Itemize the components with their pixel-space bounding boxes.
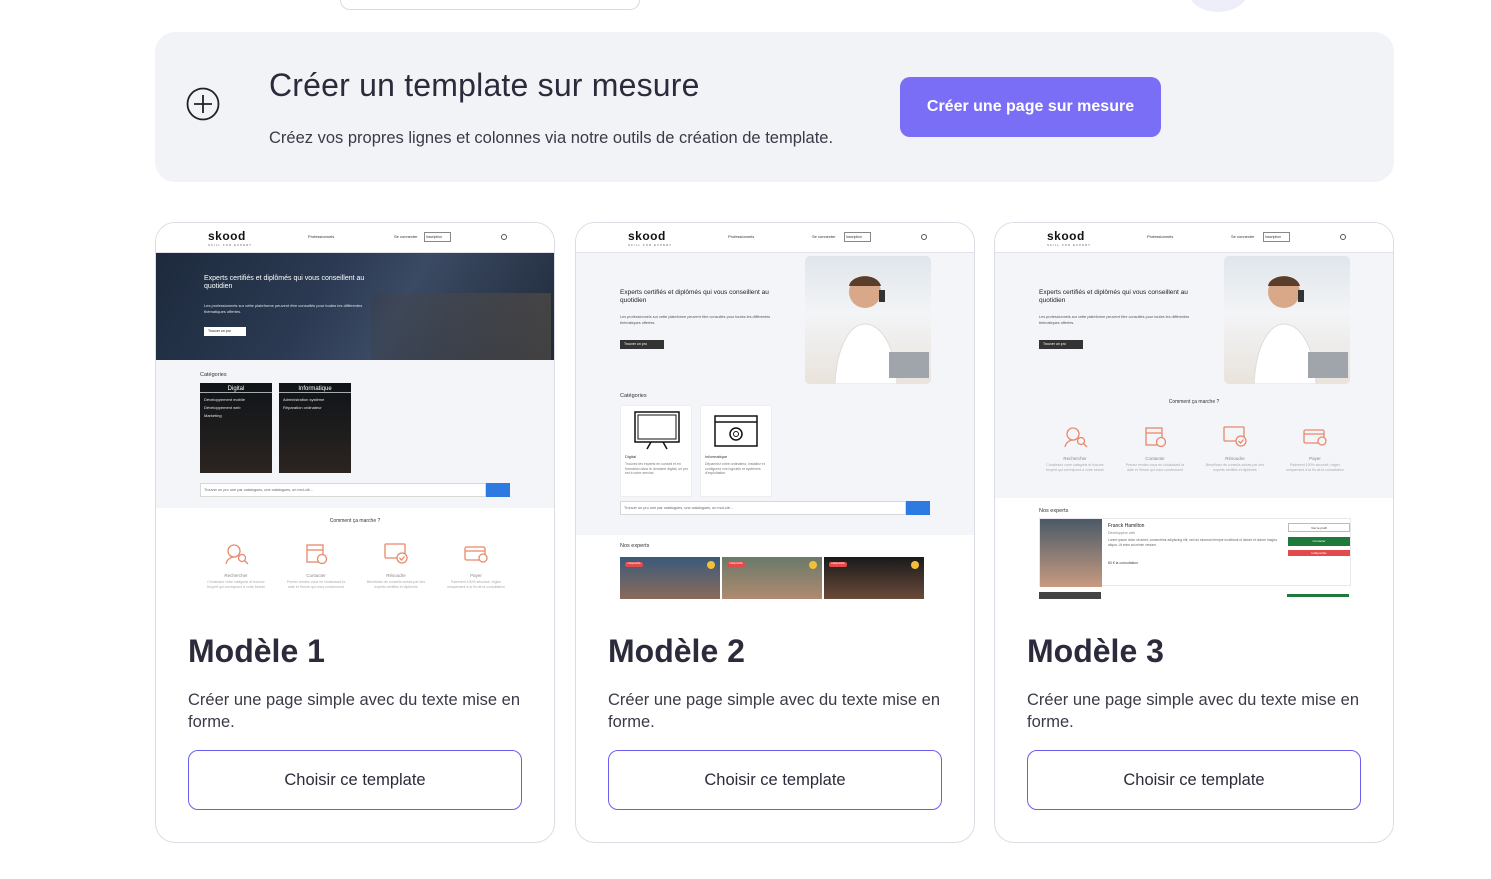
template-card-3: skood SKILL FOR EXPERT Professionnels Se … (994, 222, 1394, 843)
preview-navbar: skood SKILL FOR EXPERT Professionnels Se … (156, 223, 554, 253)
create-custom-page-button[interactable]: Créer une page sur mesure (900, 77, 1161, 137)
template-title: Modèle 1 (188, 633, 325, 669)
template-card-2: skood SKILL FOR EXPERT Professionnels Se … (575, 222, 975, 843)
credit-card-icon (1303, 429, 1327, 446)
preview-how-title: Comment ça marche ? (329, 518, 381, 524)
preview-navbar: skood SKILL FOR EXPERT Professionnels Se … (995, 223, 1393, 253)
preview-how-section: Comment ça marche ? Rechercher Choisisse… (156, 508, 554, 599)
preview-expert-tile: Indisponible (620, 557, 720, 599)
preview-search-icon (501, 234, 507, 240)
preview-categories-label: Catégories (200, 372, 227, 378)
template-preview-1[interactable]: skood SKILL FOR EXPERT Professionnels Se … (156, 223, 554, 599)
user-search-icon (1064, 427, 1088, 448)
preview-experts-label: Nos experts (620, 543, 650, 549)
preview-hero: Experts certifiés et diplômés qui vous c… (995, 253, 1393, 498)
preview-hero-text: Les professionnels sur cette plateforme … (1039, 315, 1190, 325)
calendar-icon (306, 544, 328, 565)
chat-check-icon (384, 543, 408, 564)
preview-hero-button: Trouver un pro (1039, 340, 1083, 349)
preview-hero-photo (1224, 256, 1350, 384)
preview-hero: Experts certifiés et diplômés qui vous c… (156, 253, 554, 360)
preview-experts-label: Nos experts (1039, 508, 1069, 514)
preview-login-link: Se connecter (812, 234, 836, 239)
preview-step: Contacter Prenez rendez-vous en choisiss… (286, 542, 346, 589)
preview-hero: Experts certifiés et diplômés qui vous c… (576, 253, 974, 535)
choose-template-button[interactable]: Choisir ce template (1027, 750, 1361, 810)
preview-search-button (906, 501, 930, 515)
preview-category-tile: Digital Trouvez les experts en conseil e… (620, 405, 692, 497)
preview-hero-title: Experts certifiés et diplômés qui vous c… (620, 289, 769, 304)
preview-login-link: Se connecter (1231, 234, 1255, 239)
preview-expert-tile: Indisponible (722, 557, 822, 599)
preview-expert-card: Franck Hamilton Développeur web Lorem ip… (1039, 518, 1351, 587)
preview-hero-text: Les professionnels sur cette plateforme … (620, 315, 771, 325)
top-search-input[interactable] (340, 0, 640, 10)
preview-category-tile: Informatique Administration système Répa… (279, 383, 351, 473)
preview-logo: skood SKILL FOR EXPERT (1047, 229, 1092, 247)
preview-login-link: Se connecter (394, 234, 418, 239)
preview-expert-photo (1040, 519, 1102, 587)
preview-nav-link: Professionnels (1147, 234, 1174, 239)
template-title: Modèle 2 (608, 633, 745, 669)
choose-template-button[interactable]: Choisir ce template (188, 750, 522, 810)
preview-step: Rechercher Choisissez votre catégorie et… (1045, 425, 1105, 472)
template-card-1: skood SKILL FOR EXPERT Professionnels Se … (155, 222, 555, 843)
template-preview-3[interactable]: skood SKILL FOR EXPERT Professionnels Se … (995, 223, 1393, 599)
preview-logo: skood SKILL FOR EXPERT (208, 229, 253, 247)
chat-check-icon (1223, 426, 1247, 447)
preview-category-tile: Informatique Dépannez votre ordinateur, … (700, 405, 772, 497)
preview-hero-title: Experts certifiés et diplômés qui vous c… (204, 275, 365, 290)
preview-hero-button: Trouver un pro (204, 327, 246, 336)
preview-search-button (486, 483, 510, 497)
credit-card-icon (464, 546, 488, 563)
monitor-icon (634, 411, 680, 450)
preview-hero-photo (805, 256, 931, 384)
preview-navbar: skood SKILL FOR EXPERT Professionnels Se … (576, 223, 974, 253)
banner-title: Créer un template sur mesure (269, 67, 700, 103)
preview-searchbar: Trouver un pro une par catalogues, une c… (620, 501, 906, 515)
preview-step: Payer Paiement 100% sécurisé, réglez uni… (1285, 425, 1345, 472)
preview-logo: skood SKILL FOR EXPERT (628, 229, 673, 247)
preview-hero-title: Experts certifiés et diplômés qui vous c… (1039, 289, 1188, 304)
preview-categories-section: Catégories Digital Développement mobile … (156, 360, 554, 508)
preview-expert-button-next (1287, 594, 1349, 597)
user-search-icon (225, 544, 249, 565)
template-description: Créer une page simple avec du texte mise… (188, 691, 521, 731)
preview-nav-link: Professionnels (728, 234, 755, 239)
banner-subtitle: Créez vos propres lignes et colonnes via… (269, 129, 834, 147)
template-preview-2[interactable]: skood SKILL FOR EXPERT Professionnels Se … (576, 223, 974, 599)
preview-searchbar: Trouver un pro une par catalogues, une c… (200, 483, 486, 497)
calendar-icon (1145, 427, 1167, 448)
preview-expert-tile: Indisponible (824, 557, 924, 599)
choose-template-button[interactable]: Choisir ce template (608, 750, 942, 810)
preview-hero-button: Trouver un pro (620, 340, 664, 349)
preview-step: Rechercher Choisissez votre catégorie et… (206, 542, 266, 589)
template-description: Créer une page simple avec du texte mise… (1027, 691, 1360, 731)
preview-hero-text: Les professionnels sur cette plateforme … (204, 303, 363, 314)
preview-categories-label: Catégories (620, 393, 647, 399)
top-avatar[interactable] (1188, 0, 1248, 12)
preview-select: Inscription (1263, 232, 1290, 242)
preview-select: Inscription (424, 232, 451, 242)
custom-template-banner: Créer un template sur mesure Créez vos p… (155, 32, 1394, 182)
preview-nav-link: Professionnels (308, 234, 335, 239)
preview-search-icon (1340, 234, 1346, 240)
preview-step: Contacter Prenez rendez-vous en choisiss… (1125, 425, 1185, 472)
template-description: Créer une page simple avec du texte mise… (608, 691, 941, 731)
preview-category-tile: Digital Développement mobile Développeme… (200, 383, 272, 473)
preview-search-icon (921, 234, 927, 240)
template-title: Modèle 3 (1027, 633, 1164, 669)
settings-window-icon (714, 415, 758, 447)
preview-step: Payer Paiement 100% sécurisé, réglez uni… (446, 542, 506, 589)
preview-experts-section: Nos experts Indisponible Indisponible In… (576, 535, 974, 599)
plus-circle-icon (186, 87, 220, 121)
preview-select: Inscription (844, 232, 871, 242)
preview-step: Résoudre Bénéficiez de conseils avisés p… (366, 542, 426, 589)
preview-step: Résoudre Bénéficiez de conseils avisés p… (1205, 425, 1265, 472)
preview-hero-photo (371, 293, 551, 360)
preview-experts-section: Nos experts Franck Hamilton Développeur … (995, 498, 1393, 599)
preview-how-title: Comment ça marche ? (1168, 399, 1220, 405)
preview-expert-photo-next (1039, 592, 1101, 599)
